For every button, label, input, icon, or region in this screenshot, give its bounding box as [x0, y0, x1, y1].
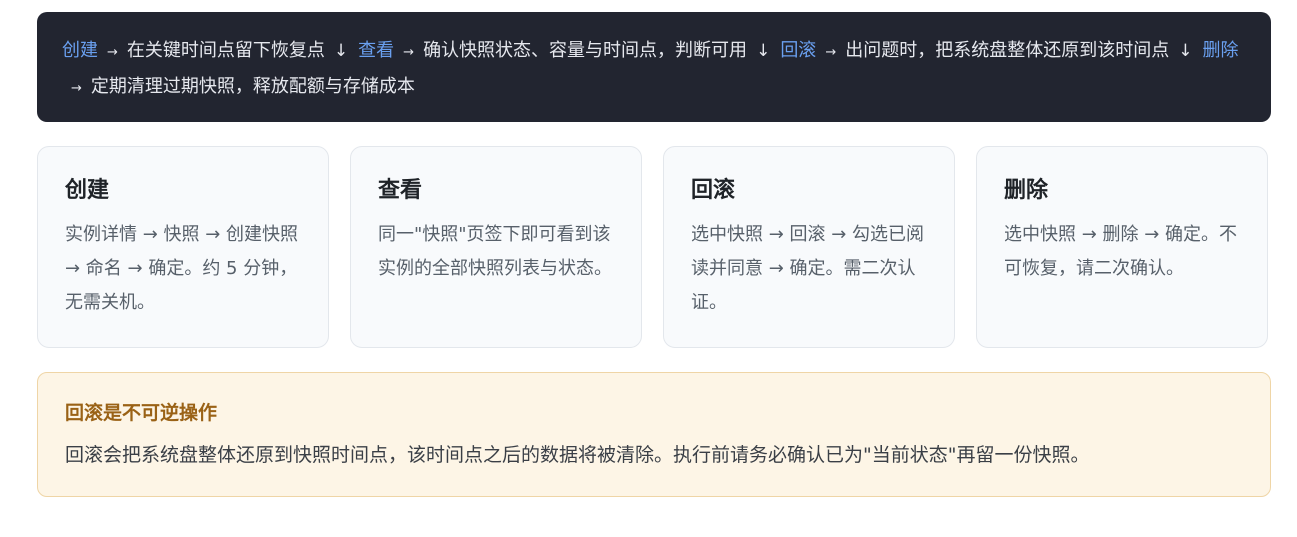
- card-title: 查看: [378, 178, 423, 203]
- flow-step-rollback: 回滚: [780, 40, 817, 61]
- card-title: 创建: [65, 178, 110, 203]
- flow-step-create: 创建: [62, 40, 98, 61]
- warning-text: 回滚会把系统盘整体还原到快照时间点，该时间点之后的数据将被清除。执行前请务必确认…: [65, 444, 1090, 466]
- card-delete: 删除 选中快照 → 删除 → 确定。不可恢复，请二次确认。: [976, 146, 1268, 348]
- card-description: 实例详情 → 快照 → 创建快照 → 命名 → 确定。约 5 分钟，无需关机。: [65, 224, 299, 313]
- operation-cards: 创建 实例详情 → 快照 → 创建快照 → 命名 → 确定。约 5 分钟，无需关…: [37, 146, 1271, 348]
- card-title: 回滚: [691, 178, 736, 203]
- lifecycle-flow-banner: 创建 → 在关键时间点留下恢复点 ↓ 查看 → 确认快照状态、容量与时间点，判断可用 ↓ 回滚 →…: [37, 12, 1271, 122]
- arrow-right-icon: →: [825, 45, 837, 60]
- warning-title: 回滚是不可逆操作: [65, 402, 218, 424]
- arrow-right-icon: →: [71, 81, 82, 96]
- flow-step-desc: 在关键时间点留下恢复点: [126, 40, 325, 61]
- flow-step-delete: 删除: [1202, 40, 1239, 61]
- arrow-down-icon: ↓: [756, 41, 771, 61]
- rollback-warning-callout: 回滚是不可逆操作 回滚会把系统盘整体还原到快照时间点，该时间点之后的数据将被清除…: [37, 372, 1271, 497]
- flow-step-desc: 定期清理过期快照，释放配额与存储成本: [90, 76, 415, 97]
- page: 创建 → 在关键时间点留下恢复点 ↓ 查看 → 确认快照状态、容量与时间点，判断可用 ↓ 回滚 →…: [37, 0, 1271, 497]
- card-title: 删除: [1004, 178, 1049, 203]
- arrow-right-icon: →: [403, 45, 415, 60]
- flow-step-desc: 确认快照状态、容量与时间点，判断可用: [423, 40, 748, 61]
- card-description: 同一"快照"页签下即可看到该实例的全部快照列表与状态。: [378, 224, 612, 279]
- card-description: 选中快照 → 删除 → 确定。不可恢复，请二次确认。: [1004, 224, 1238, 279]
- flow-step-desc: 出问题时，把系统盘整体还原到该时间点: [845, 40, 1170, 61]
- arrow-right-icon: →: [107, 45, 118, 60]
- flow-step-view: 查看: [358, 40, 395, 61]
- arrow-down-icon: ↓: [1178, 41, 1193, 61]
- card-rollback: 回滚 选中快照 → 回滚 → 勾选已阅读并同意 → 确定。需二次认证。: [663, 146, 955, 348]
- arrow-down-icon: ↓: [333, 41, 349, 61]
- card-view: 查看 同一"快照"页签下即可看到该实例的全部快照列表与状态。: [350, 146, 642, 348]
- card-description: 选中快照 → 回滚 → 勾选已阅读并同意 → 确定。需二次认证。: [691, 224, 925, 313]
- card-create: 创建 实例详情 → 快照 → 创建快照 → 命名 → 确定。约 5 分钟，无需关…: [37, 146, 329, 348]
